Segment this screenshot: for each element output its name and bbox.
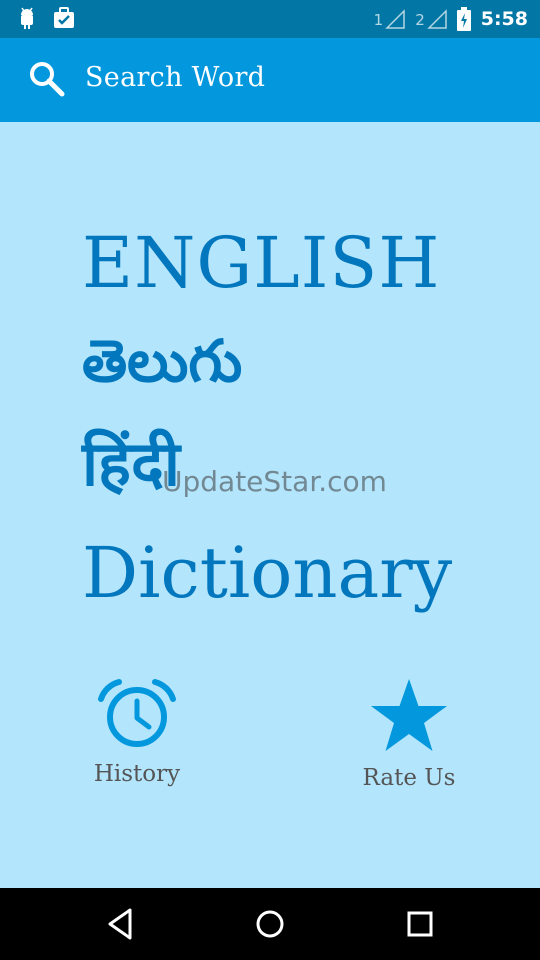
search-bar[interactable]: Search Word [0,38,540,122]
search-icon[interactable] [28,60,66,98]
sim2-signal: 2 [415,9,447,29]
signal-icon [385,9,405,29]
star-icon[interactable] [369,677,449,753]
notification-icons [16,6,76,30]
sim1-label: 1 [373,11,384,29]
system-icons: 1 2 5:58 [374,0,528,38]
watermark: UpdateStar.com [162,465,387,498]
back-icon[interactable] [102,906,138,942]
clock: 5:58 [480,8,528,30]
title-telugu: తెలుగు [82,327,243,395]
home-icon[interactable] [252,906,288,942]
battery-charging-icon [456,7,471,31]
android-debug-icon [21,7,33,29]
history-label[interactable]: History [67,761,207,787]
navigation-bar [0,888,540,960]
clipboard-check-icon [54,7,74,28]
sim2-label: 2 [415,11,425,29]
sim1-signal: 1 [374,9,406,29]
rate-us-label[interactable]: Rate Us [339,765,479,791]
title-english: ENGLISH [82,222,441,304]
alarm-clock-icon[interactable] [97,677,177,749]
signal-icon [426,9,447,29]
title-dictionary: Dictionary [82,532,453,614]
rate-us-button[interactable]: Rate Us [339,677,479,791]
main-content: ENGLISH తెలుగు हिंदी UpdateStar.com Dict… [0,122,540,888]
history-button[interactable]: History [67,677,207,787]
search-word-label[interactable]: Search Word [85,62,265,93]
recents-icon[interactable] [402,906,438,942]
status-bar: 1 2 5:58 [0,0,540,38]
